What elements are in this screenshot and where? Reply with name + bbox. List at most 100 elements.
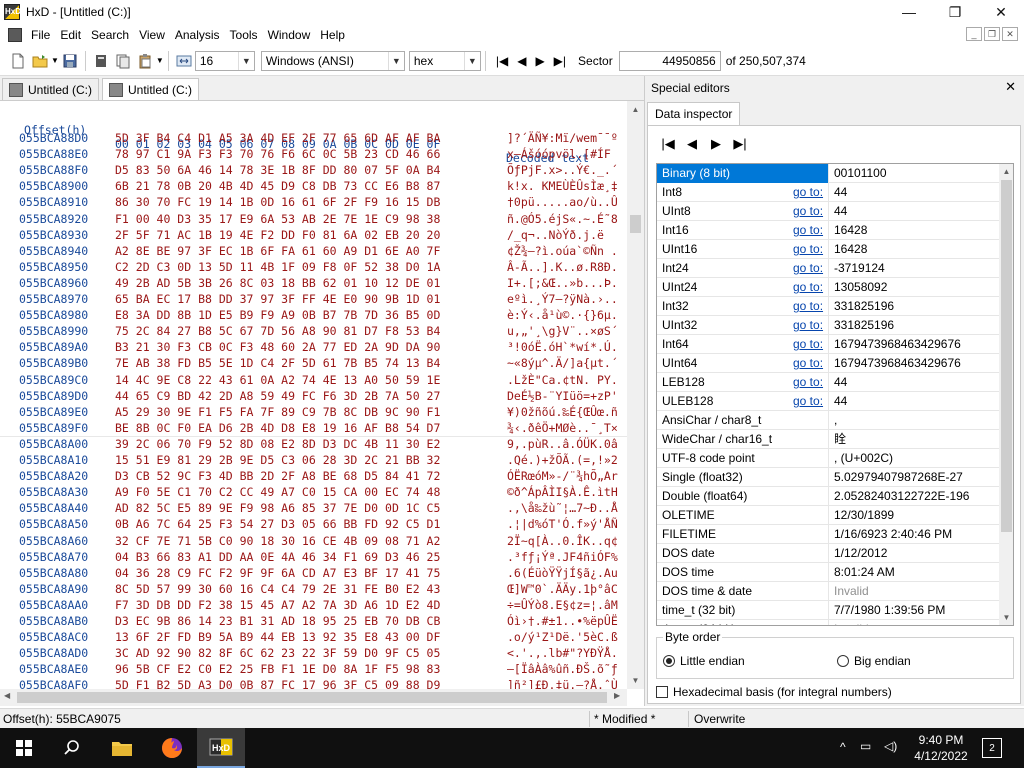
inspector-row[interactable]: AnsiChar / char8_t, [657,411,999,430]
taskbar-clock[interactable]: 9:40 PM 4/12/2022 [913,732,969,764]
goto-link[interactable]: go to: [793,240,823,258]
inspector-value[interactable]: , (U+002C) [830,449,893,467]
hex-vertical-scrollbar[interactable]: ▲ ▼ [627,101,644,689]
row-bytes[interactable]: 04 36 28 C9 FC F2 9F 9F 6A CD A7 E3 BF 1… [115,566,440,580]
inspector-value[interactable]: 331825196 [830,316,894,334]
row-decoded-text[interactable]: ©ð^ÁpÂÌI§À.Ê.ìtH [507,485,627,499]
row-bytes[interactable]: 39 2C 06 70 F9 52 8D 08 E2 8D D3 DC 4B 1… [115,437,440,451]
row-bytes[interactable]: 8C 5D 57 99 30 60 16 C4 C4 79 2E 31 FE B… [115,582,440,596]
row-decoded-text[interactable]: †0pü.....ao/ù..Û [507,195,627,209]
row-bytes[interactable]: D3 EC 9B 86 14 23 B1 31 AD 18 95 25 EB 7… [115,614,440,628]
taskbar-firefox[interactable] [148,728,196,768]
next-item-icon[interactable]: ▶ [708,136,724,152]
row-bytes[interactable]: AD 82 5C E5 89 9E F9 98 A6 85 37 7E D0 0… [115,501,440,515]
open-dropdown-icon[interactable]: ▼ [51,56,59,65]
goto-link[interactable]: go to: [793,259,823,277]
tray-expand-icon[interactable]: ^ [840,740,846,754]
row-bytes[interactable]: 44 65 C9 BD 42 2D A8 59 49 FC F6 3D 2B 7… [115,389,440,403]
row-decoded-text[interactable]: Óì›†.#±1..•%ëpÛË [507,614,627,628]
inspector-value[interactable]: 1679473968463429676 [830,354,961,372]
minimize-button[interactable]: — [886,0,932,24]
sector-input[interactable]: 44950856 [618,50,721,71]
status-mode[interactable]: Overwrite [694,712,745,726]
scroll-up-icon[interactable]: ▲ [999,164,1013,179]
row-decoded-text[interactable]: ~«8ýµ^.Ä/]a{µt.´ [507,356,627,370]
open-folder-icon[interactable] [32,53,48,69]
scroll-thumb[interactable] [17,692,607,703]
prev-sector-icon[interactable]: ◀ [517,54,526,68]
goto-link[interactable]: go to: [793,392,823,410]
inspector-value[interactable]: 00101100 [830,164,887,182]
network-icon[interactable]: ▭ [860,739,871,753]
tab-untitled-1[interactable]: Untitled (C:) [2,78,100,100]
inspector-value[interactable]: 7/7/1980 1:39:56 PM [830,601,945,619]
notification-center-icon[interactable]: 2 [982,738,1002,758]
menu-window[interactable]: Window [263,28,316,42]
row-decoded-text[interactable]: .LžÈ"Ca.¢tN. PY. [507,373,627,387]
inspector-value[interactable]: 1/16/6923 2:40:46 PM [830,525,952,543]
row-decoded-text[interactable]: Â-Ã..].K..ø.R8Ð. [507,260,627,274]
row-decoded-text[interactable]: ³!0óË.óH`*wí*.Ú. [507,340,627,354]
little-endian-radio[interactable]: Little endian [663,654,745,668]
row-bytes[interactable]: 49 2B AD 5B 3B 26 8C 03 18 BB 62 01 10 1… [115,276,440,290]
inspector-row[interactable]: time_t (64 bit)Invalid [657,620,999,625]
row-decoded-text[interactable]: ÓËRœóM»-/¨¾hÕ„Ar [507,469,627,483]
mdi-restore-icon[interactable]: ❐ [984,27,1000,41]
row-bytes[interactable]: 75 2C 84 27 B8 5C 67 7D 56 A8 90 81 D7 F… [115,324,440,338]
save-icon[interactable] [62,53,78,69]
row-bytes[interactable]: 32 CF 7E 71 5B C0 90 18 30 16 CE 4B 09 0… [115,534,440,548]
inspector-value[interactable]: 12/30/1899 [830,506,894,524]
prev-item-icon[interactable]: ◀ [684,136,700,152]
charset-select[interactable]: Windows (ANSI) ▼ [260,50,405,71]
inspector-value[interactable]: 1679473968463429676 [830,335,961,353]
row-bytes[interactable]: F7 3D DB DD F2 38 15 45 A7 A2 7A 3D A6 1… [115,598,440,612]
row-bytes[interactable]: 04 B3 66 83 A1 DD AA 0E 4A 46 34 F1 69 D… [115,550,440,564]
inspector-value[interactable]: 䀬 [830,430,846,448]
copy-icon[interactable] [115,53,131,69]
row-bytes[interactable]: A2 8E BE 97 3F EC 1B 6F FA 61 60 A9 D1 6… [115,244,440,258]
goto-link[interactable]: go to: [793,335,823,353]
row-decoded-text[interactable]: ¥)0žñõú.‰É{ŒÛœ.ñ [507,405,627,419]
inspector-row[interactable]: Int64 go to: 1679473968463429676 [657,335,999,354]
tab-untitled-2[interactable]: Untitled (C:) [102,78,200,100]
row-decoded-text[interactable]: /_q¬..NòÝð.j.ë [507,228,627,242]
last-sector-icon[interactable]: ▶| [554,54,566,68]
inspector-scrollbar[interactable]: ▲ ▼ [999,164,1013,625]
inspector-row[interactable]: Int24 go to: -3719124 [657,259,999,278]
row-decoded-text[interactable]: 9,.pùR..â.ÓÜK.0â [507,437,627,451]
menu-file[interactable]: File [26,28,55,42]
row-decoded-text[interactable]: u,„'¸\g}V¨..×øS´ [507,324,627,338]
row-bytes[interactable]: E8 3A DD 8B 1D E5 B9 F9 A9 0B B7 7B 7D 3… [115,308,440,322]
inspector-value[interactable]: 44 [830,202,847,220]
row-bytes[interactable]: 2F 5F 71 AC 1B 19 4E F2 DD F0 81 6A 02 E… [115,228,440,242]
mdi-minimize-icon[interactable]: _ [966,27,982,41]
inspector-value[interactable]: 1/12/2012 [830,544,887,562]
goto-link[interactable]: go to: [793,183,823,201]
row-bytes[interactable]: 5D 3F B4 C4 D1 A5 3A 4D EF 2F 77 65 6D A… [115,131,440,145]
inspector-row[interactable]: LEB128 go to: 44 [657,373,999,392]
row-decoded-text[interactable]: .¦|d%óT'Ó.f»ý'ÅÑ [507,517,627,531]
maximize-button[interactable]: ❐ [932,0,978,24]
menu-view[interactable]: View [134,28,170,42]
row-decoded-text[interactable]: .‚\å‰žù˜¦…7~Ð..Å [507,501,627,515]
inspector-value[interactable]: 44 [830,373,847,391]
row-bytes[interactable]: D5 83 50 6A 46 14 78 3E 1B 8F DD 80 07 5… [115,163,440,177]
row-bytes[interactable]: 6B 21 78 0B 20 4B 4D 45 D9 C8 DB 73 CC E… [115,179,440,193]
row-bytes[interactable]: C2 2D C3 0D 13 5D 11 4B 1F 09 F8 0F 52 3… [115,260,440,274]
inspector-value[interactable]: Invalid [830,620,869,625]
inspector-row[interactable]: UInt16 go to: 16428 [657,240,999,259]
hex-editor-view[interactable]: Offset(h) 00 01 02 03 04 05 06 07 08 09 … [0,100,644,706]
inspector-row[interactable]: ULEB128 go to: 44 [657,392,999,411]
inspector-value[interactable]: 5.02979407987268E-27 [830,468,963,486]
row-bytes[interactable]: F1 00 40 D3 35 17 E9 6A 53 AB 2E 7E 1E C… [115,212,440,226]
inspector-row[interactable]: Binary (8 bit) 00101100 [657,164,999,183]
inspector-row[interactable]: time_t (32 bit) 7/7/1980 1:39:56 PM [657,601,999,620]
row-bytes[interactable]: D3 CB 52 9C F3 4D BB 2D 2F A8 BE 68 D5 8… [115,469,440,483]
row-bytes[interactable]: 13 6F 2F FD B9 5A B9 44 EB 13 92 35 E8 4… [115,630,440,644]
paste-icon[interactable] [137,53,153,69]
scroll-down-icon[interactable]: ▼ [627,672,644,689]
row-bytes[interactable]: 14 4C 9E C8 22 43 61 0A A2 74 4E 13 A0 5… [115,373,440,387]
inspector-value[interactable]: 44 [830,183,847,201]
menu-edit[interactable]: Edit [55,28,86,42]
cut-icon[interactable] [93,53,109,69]
